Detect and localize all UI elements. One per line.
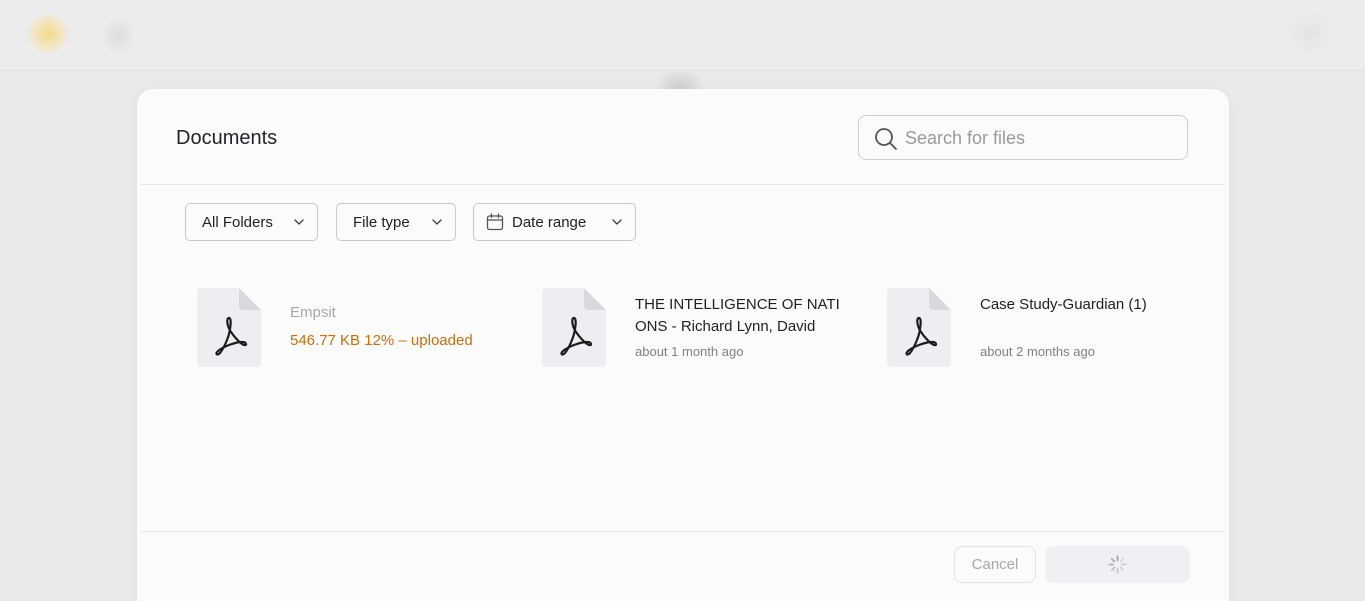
chevron-down-icon: [294, 219, 304, 225]
pdf-file-icon: [887, 288, 951, 367]
file-date: about 2 months ago: [980, 344, 1095, 359]
calendar-icon: [486, 213, 504, 231]
avatar: [100, 18, 136, 54]
app-logo: [26, 14, 70, 54]
file-type-filter-dropdown[interactable]: File type: [336, 203, 456, 241]
file-name: THE INTELLIGENCE OF NATI ONS - Richard L…: [635, 296, 840, 335]
file-meta: Case Study-Guardian (1) about 2 months a…: [980, 288, 1230, 359]
loading-spinner-icon: [1108, 555, 1127, 574]
modal-title: Documents: [176, 127, 278, 149]
submit-button[interactable]: [1045, 546, 1190, 583]
file-item[interactable]: Case Study-Guardian (1) about 2 months a…: [887, 288, 1217, 368]
app-header-backdrop: [0, 0, 1365, 71]
pdf-file-icon: [197, 288, 261, 367]
chevron-down-icon: [612, 219, 622, 225]
file-size: 546.77 KB: [290, 332, 361, 349]
documents-modal: Documents All Folders File type Date ran…: [137, 89, 1229, 601]
date-range-filter-dropdown[interactable]: Date range: [473, 203, 636, 241]
chevron-down-icon: [432, 219, 442, 225]
pdf-file-icon: [542, 288, 606, 367]
upload-progress-text: 12% – uploaded: [364, 332, 473, 349]
file-name: Empsit: [290, 304, 336, 321]
file-type-filter-label: File type: [353, 213, 410, 231]
file-item[interactable]: Empsit 546.77 KB 12% – uploaded: [197, 288, 527, 368]
upload-status: 546.77 KB 12% – uploaded: [290, 332, 540, 349]
date-range-filter-label: Date range: [512, 213, 587, 231]
cancel-button[interactable]: Cancel: [954, 546, 1036, 583]
search-icon: [875, 128, 897, 150]
file-name: Case Study-Guardian (1): [980, 296, 1147, 313]
folders-filter-dropdown[interactable]: All Folders: [185, 203, 318, 241]
file-date: about 1 month ago: [635, 344, 744, 359]
file-meta: THE INTELLIGENCE OF NATI ONS - Richard L…: [635, 288, 885, 359]
modal-header: Documents: [141, 89, 1225, 185]
search-input[interactable]: [903, 116, 1177, 161]
file-item[interactable]: THE INTELLIGENCE OF NATI ONS - Richard L…: [542, 288, 872, 368]
file-meta: Empsit 546.77 KB 12% – uploaded: [290, 288, 540, 349]
header-action-backdrop: [1285, 14, 1335, 54]
search-box[interactable]: [858, 115, 1188, 161]
folders-filter-label: All Folders: [202, 213, 273, 231]
modal-footer: Cancel: [141, 531, 1225, 601]
